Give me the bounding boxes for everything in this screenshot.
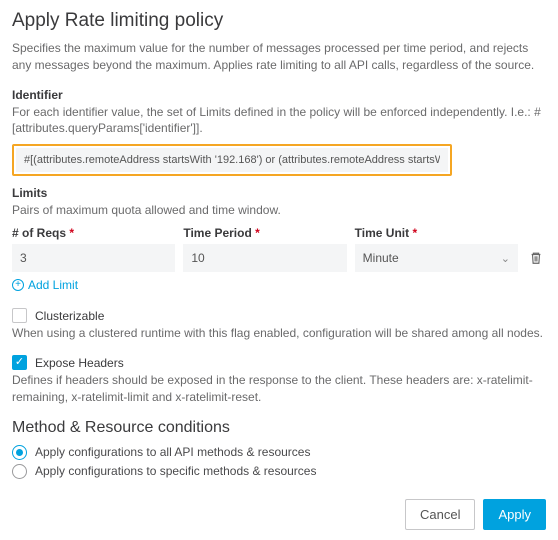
unit-select[interactable]: ⌄	[355, 244, 518, 272]
clusterizable-label: Clusterizable	[35, 309, 104, 323]
period-input[interactable]	[183, 244, 346, 272]
add-limit-button[interactable]: + Add Limit	[12, 278, 546, 292]
trash-icon	[529, 251, 543, 265]
clusterizable-checkbox[interactable]	[12, 308, 27, 323]
limits-sub: Pairs of maximum quota allowed and time …	[12, 202, 546, 218]
apply-button[interactable]: Apply	[483, 499, 546, 530]
identifier-highlight	[12, 144, 452, 176]
unit-col-label: Time Unit *	[355, 226, 518, 240]
plus-icon: +	[12, 279, 24, 291]
radio-all-methods[interactable]	[12, 445, 27, 460]
limits-row: # of Reqs * Time Period * Time Unit * ⌄	[12, 226, 546, 272]
expose-headers-label: Expose Headers	[35, 356, 124, 370]
reqs-col-label: # of Reqs *	[12, 226, 175, 240]
expose-headers-desc: Defines if headers should be exposed in …	[12, 372, 546, 404]
clusterizable-desc: When using a clustered runtime with this…	[12, 325, 546, 341]
cancel-button[interactable]: Cancel	[405, 499, 475, 530]
add-limit-label: Add Limit	[28, 278, 78, 292]
period-col-label: Time Period *	[183, 226, 346, 240]
radio-all-label: Apply configurations to all API methods …	[35, 445, 310, 459]
limits-label: Limits	[12, 186, 546, 200]
delete-row-button[interactable]	[529, 251, 543, 268]
page-title: Apply Rate limiting policy	[12, 10, 546, 32]
identifier-label: Identifier	[12, 88, 546, 102]
page-description: Specifies the maximum value for the numb…	[12, 40, 546, 74]
footer-actions: Cancel Apply	[12, 499, 546, 530]
identifier-input[interactable]	[16, 148, 448, 172]
chevron-down-icon: ⌄	[493, 252, 518, 265]
reqs-input[interactable]	[12, 244, 175, 272]
expose-headers-checkbox[interactable]	[12, 355, 27, 370]
radio-specific-label: Apply configurations to specific methods…	[35, 464, 316, 478]
conditions-heading: Method & Resource conditions	[12, 419, 546, 437]
unit-value[interactable]	[355, 244, 493, 272]
radio-specific-methods[interactable]	[12, 464, 27, 479]
identifier-sub: For each identifier value, the set of Li…	[12, 104, 546, 136]
